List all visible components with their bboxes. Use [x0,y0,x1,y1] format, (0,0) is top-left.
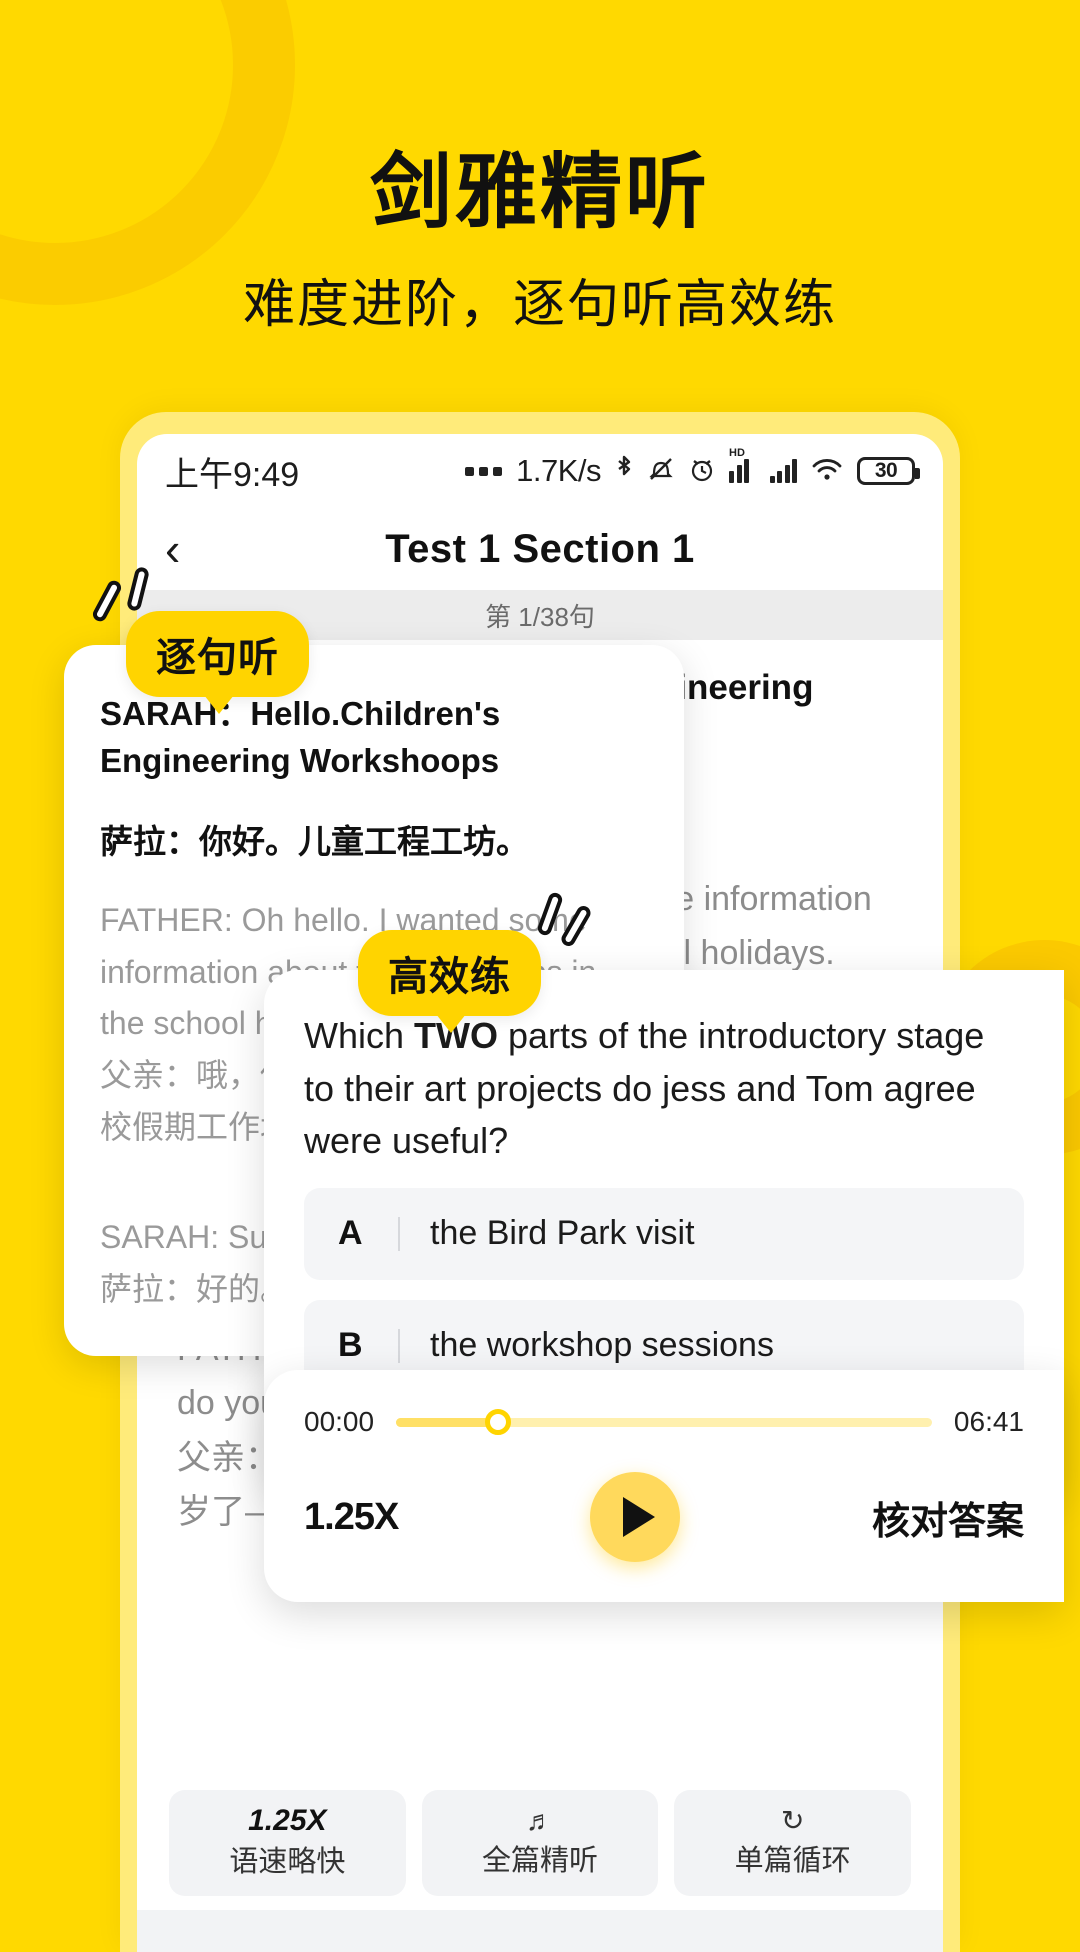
signal-hd-icon: HD [729,447,757,483]
page-title: 剑雅精听 [369,145,710,240]
question-text: Which TWO parts of the introductory stag… [304,1010,1024,1168]
option-text: the Bird Park visit [430,1214,695,1253]
footer-button-bar: 1.25X 语速略快 ♬ 全篇精听 ↻ 单篇循环 [137,1790,943,1896]
speed-label: 语速略快 [229,1846,346,1878]
page-subtitle: 难度进阶，逐句听高效练 [242,275,837,336]
check-answer-button[interactable]: 核对答案 [872,1490,1024,1545]
status-icons: 1.7K/s HD 30 [465,447,920,489]
sentence-progress-label: 第 1/38句 [485,601,595,632]
full-listen-button[interactable]: ♬ 全篇精听 [421,1790,659,1896]
status-clock: 上午9:49 [165,455,300,494]
battery-icon: 30 [857,457,920,485]
wifi-icon [810,455,844,488]
badge-sentence-by-sentence: 逐句听 [90,565,309,714]
play-icon [623,1497,656,1537]
full-listen-label: 全篇精听 [482,1845,599,1877]
current-time-label: 00:00 [304,1406,375,1437]
option-row[interactable]: A the Bird Park visit [304,1187,1024,1280]
option-text: the workshop sessions [430,1326,774,1365]
option-letter: B [338,1326,363,1365]
net-speed-label: 1.7K/s [516,453,601,488]
audio-progress-slider[interactable] [396,1409,932,1435]
net-dots-icon [465,466,503,476]
status-bar: 上午9:49 1.7K/s HD 30 [137,434,943,508]
loop-button[interactable]: ↻ 单篇循环 [674,1790,912,1896]
badge-efficient-practice: 高效练 [358,890,594,1033]
bluetooth-icon [614,454,634,489]
option-letter: A [338,1214,363,1253]
nav-title: Test 1 Section 1 [385,526,695,571]
audio-progress-knob[interactable] [484,1409,511,1435]
question-prefix: Which [304,1015,415,1056]
play-button[interactable] [590,1472,681,1562]
loop-icon: ↻ [780,1805,805,1836]
player-controls-row: 1.25X 核对答案 [304,1472,1024,1562]
headphones-icon: ♬ [526,1805,554,1836]
playback-speed-button[interactable]: 1.25X [304,1496,399,1539]
audio-progress-filled [396,1417,498,1427]
option-divider [398,1216,400,1251]
nav-bar: ‹ Test 1 Section 1 [137,508,943,590]
loop-label: 单篇循环 [734,1845,851,1877]
battery-level-label: 30 [874,459,898,482]
card-transcript-zh-bold: 萨拉：你好。儿童工程工坊。 [100,822,529,860]
alarm-clock-icon [688,454,716,489]
card-transcript-en-bold: SARAH：Hello.Children's Engineering Works… [100,695,501,779]
player-progress-row: 00:00 06:41 [304,1406,1024,1438]
option-divider [398,1328,400,1363]
footer-strip [137,1910,943,1952]
bell-muted-icon [647,454,675,489]
total-time-label: 06:41 [953,1406,1024,1437]
signal-icon [769,459,797,483]
hd-label: HD [729,447,745,459]
speed-value: 1.25X [248,1804,327,1837]
audio-player-panel: 00:00 06:41 1.25X 核对答案 [264,1370,1064,1602]
badge-sentence-label: 逐句听 [156,636,279,680]
speed-button[interactable]: 1.25X 语速略快 [169,1790,406,1896]
badge-efficient-label: 高效练 [388,955,511,999]
hero-section: 剑雅精听 难度进阶，逐句听高效练 [0,145,1080,337]
